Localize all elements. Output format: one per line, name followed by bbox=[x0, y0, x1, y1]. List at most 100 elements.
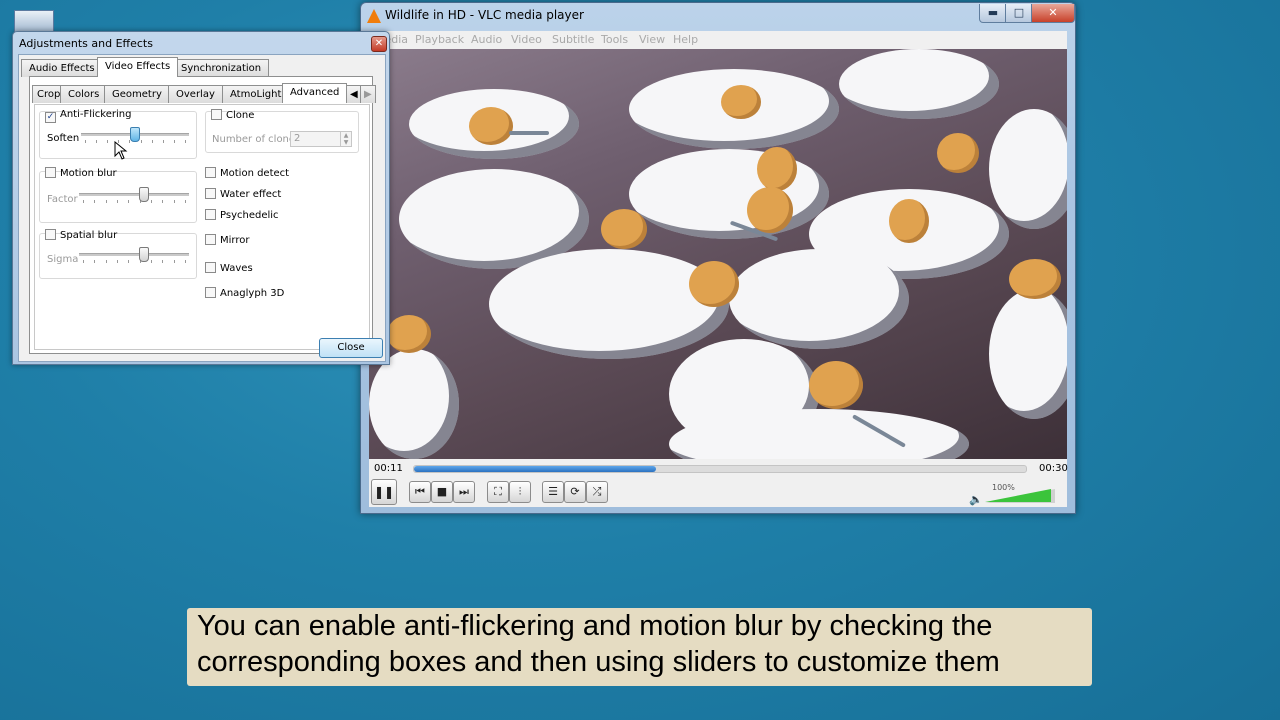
sigma-label: Sigma bbox=[47, 254, 79, 265]
volume-slider-fill bbox=[985, 489, 1051, 502]
motion-blur-checkbox[interactable]: Motion blur bbox=[45, 167, 117, 179]
video-display[interactable] bbox=[369, 49, 1067, 459]
waves-checkbox[interactable]: Waves bbox=[205, 262, 253, 274]
gannet-image bbox=[989, 289, 1067, 419]
slider-tick bbox=[174, 140, 175, 143]
slider-thumb[interactable] bbox=[139, 247, 149, 262]
slider-tick bbox=[174, 200, 175, 203]
dialog-title: Adjustments and Effects bbox=[19, 37, 153, 50]
anaglyph-3d-checkbox[interactable]: Anaglyph 3D bbox=[205, 287, 284, 299]
anti-flickering-checkbox[interactable]: ✓ Anti-Flickering bbox=[45, 109, 131, 123]
motion-detect-checkbox[interactable]: Motion detect bbox=[205, 167, 289, 179]
slider-tick bbox=[185, 140, 186, 143]
tab-audio-effects[interactable]: Audio Effects bbox=[21, 59, 103, 77]
gannet-image bbox=[629, 149, 829, 239]
soften-label: Soften bbox=[47, 133, 80, 144]
close-button[interactable]: Close bbox=[319, 338, 383, 358]
tab-scroll-right-button[interactable]: ▶ bbox=[360, 85, 376, 103]
factor-slider[interactable] bbox=[79, 187, 189, 205]
slider-rail bbox=[79, 253, 189, 256]
loop-button[interactable]: ⟳ bbox=[564, 481, 586, 503]
speaker-icon[interactable]: 🔈 bbox=[969, 493, 983, 506]
menu-help[interactable]: Help bbox=[673, 33, 698, 46]
slider-tick bbox=[106, 260, 107, 263]
slider-tick bbox=[174, 260, 175, 263]
previous-button[interactable]: ⏮ bbox=[409, 481, 431, 503]
checkbox-box bbox=[211, 109, 222, 120]
mirror-checkbox[interactable]: Mirror bbox=[205, 234, 249, 246]
stop-button[interactable]: ■ bbox=[431, 481, 453, 503]
next-button[interactable]: ⏭ bbox=[453, 481, 475, 503]
gannet-head bbox=[469, 107, 513, 145]
checkbox-box bbox=[205, 209, 216, 220]
tab-geometry[interactable]: Geometry bbox=[104, 85, 170, 103]
gannet-image bbox=[489, 249, 729, 359]
gannet-image bbox=[989, 109, 1067, 229]
volume-slider[interactable] bbox=[985, 489, 1055, 503]
spin-down-icon[interactable]: ▼ bbox=[341, 139, 351, 146]
elapsed-time: 00:11 bbox=[374, 463, 403, 474]
soften-slider[interactable] bbox=[81, 127, 189, 145]
vlc-logo-icon bbox=[367, 9, 381, 23]
menu-subtitle[interactable]: Subtitle bbox=[552, 33, 594, 46]
spin-arrows[interactable]: ▲ ▼ bbox=[340, 132, 351, 146]
checkbox-box bbox=[205, 167, 216, 178]
maximize-button[interactable]: □ bbox=[1005, 4, 1033, 23]
dialog-close-icon[interactable]: ✕ bbox=[371, 36, 387, 52]
minimize-button[interactable]: ▬ bbox=[979, 4, 1007, 23]
spin-up-icon[interactable]: ▲ bbox=[341, 132, 351, 139]
menu-playback[interactable]: Playback bbox=[415, 33, 464, 46]
gannet-head bbox=[757, 147, 797, 191]
slider-tick bbox=[162, 260, 163, 263]
tab-crop-label: Crop bbox=[37, 89, 61, 100]
water-effect-checkbox[interactable]: Water effect bbox=[205, 188, 281, 200]
seek-bar-fill bbox=[414, 466, 656, 472]
tab-colors[interactable]: Colors bbox=[60, 85, 108, 103]
vlc-window: Wildlife in HD - VLC media player ▬ □ ✕ … bbox=[360, 2, 1076, 514]
menu-view[interactable]: View bbox=[639, 33, 665, 46]
gannet-head bbox=[1009, 259, 1061, 299]
checkbox-box bbox=[45, 167, 56, 178]
checkbox-box bbox=[205, 188, 216, 199]
clone-label: Clone bbox=[226, 110, 255, 121]
slider-tick bbox=[96, 140, 97, 143]
slider-tick bbox=[185, 200, 186, 203]
extended-settings-button[interactable]: ⫶ bbox=[509, 481, 531, 503]
fullscreen-button[interactable]: ⛶ bbox=[487, 481, 509, 503]
tab-synchronization[interactable]: Synchronization bbox=[173, 59, 270, 77]
slider-tick bbox=[117, 200, 118, 203]
slider-tick bbox=[94, 260, 95, 263]
menu-video[interactable]: Video bbox=[511, 33, 542, 46]
playlist-button[interactable]: ☰ bbox=[542, 481, 564, 503]
seek-bar[interactable] bbox=[413, 465, 1027, 473]
adjustments-dialog: Adjustments and Effects ✕ Audio Effects … bbox=[12, 31, 390, 365]
clone-checkbox[interactable]: Clone bbox=[211, 109, 254, 121]
spatial-blur-checkbox[interactable]: Spatial blur bbox=[45, 229, 117, 241]
dialog-body: Audio Effects Video Effects Synchronizat… bbox=[18, 54, 386, 362]
gannet-image bbox=[839, 49, 999, 119]
random-button[interactable]: ⤮ bbox=[586, 481, 608, 503]
factor-label: Factor bbox=[47, 194, 78, 205]
slider-tick bbox=[151, 200, 152, 203]
menu-tools[interactable]: Tools bbox=[601, 33, 628, 46]
anti-flickering-label: Anti-Flickering bbox=[60, 109, 132, 120]
psychedelic-checkbox[interactable]: Psychedelic bbox=[205, 209, 279, 221]
gannet-head bbox=[937, 133, 979, 173]
water-effect-label: Water effect bbox=[220, 189, 282, 200]
tab-atmolight[interactable]: AtmoLight bbox=[222, 85, 290, 103]
slider-tick bbox=[141, 140, 142, 143]
slider-thumb[interactable] bbox=[130, 127, 140, 142]
gannet-head bbox=[721, 85, 761, 119]
sigma-slider[interactable] bbox=[79, 247, 189, 265]
pause-button[interactable]: ❚❚ bbox=[371, 479, 397, 505]
close-window-button[interactable]: ✕ bbox=[1031, 4, 1075, 23]
advanced-panel: ✓ Anti-Flickering Soften Motion blur Fact… bbox=[34, 104, 370, 350]
tab-advanced[interactable]: Advanced bbox=[282, 83, 348, 103]
slider-thumb[interactable] bbox=[139, 187, 149, 202]
tab-video-effects[interactable]: Video Effects bbox=[97, 57, 179, 77]
tab-overlay[interactable]: Overlay bbox=[168, 85, 223, 103]
number-of-clones-spinbox[interactable]: 2 ▲ ▼ bbox=[290, 131, 352, 147]
psychedelic-label: Psychedelic bbox=[220, 210, 279, 221]
motion-blur-label: Motion blur bbox=[60, 168, 117, 179]
menu-audio[interactable]: Audio bbox=[471, 33, 502, 46]
